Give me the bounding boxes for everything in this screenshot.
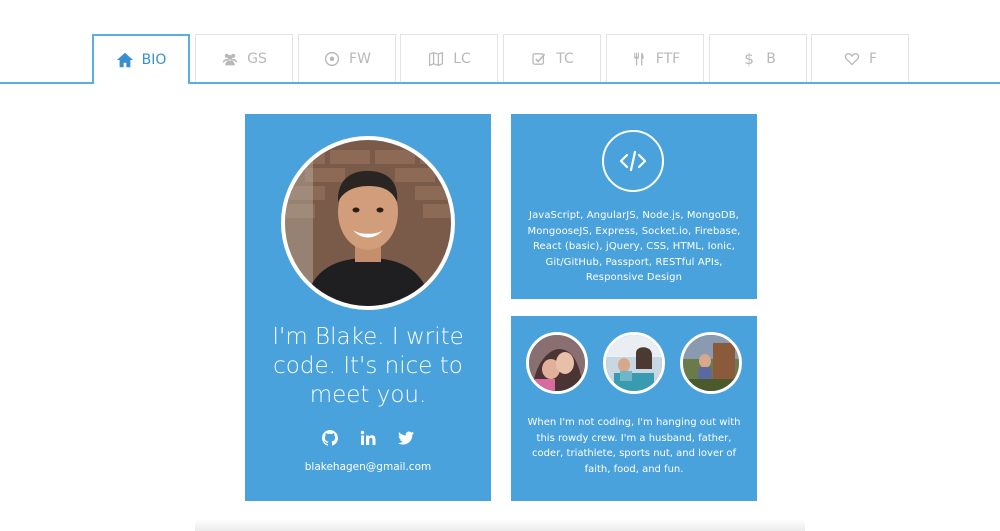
social-links xyxy=(245,429,491,446)
skills-card: JavaScript, AngularJS, Node.js, MongoDB,… xyxy=(511,114,757,299)
checkbox-icon xyxy=(530,50,548,68)
heart-icon xyxy=(843,50,861,68)
family-card: When I'm not coding, I'm hanging out wit… xyxy=(511,316,757,501)
tab-ftf[interactable]: FTF xyxy=(606,34,704,82)
family-photo-2 xyxy=(603,332,665,394)
tab-label: FTF xyxy=(655,50,681,67)
tab-label: LC xyxy=(453,50,471,67)
tab-fw[interactable]: FW xyxy=(298,34,396,82)
twitter-icon[interactable] xyxy=(398,429,415,446)
tab-label: B xyxy=(766,50,776,67)
bio-card: I'm Blake. I write code. It's nice to me… xyxy=(245,114,491,501)
code-icon xyxy=(602,130,664,192)
soccer-ball-icon xyxy=(323,50,341,68)
tab-lc[interactable]: LC xyxy=(400,34,498,82)
family-photo-3 xyxy=(680,332,742,394)
tab-gs[interactable]: GS xyxy=(195,34,293,82)
family-description: When I'm not coding, I'm hanging out wit… xyxy=(527,417,741,475)
family-photo-1 xyxy=(526,332,588,394)
tab-f[interactable]: F xyxy=(811,34,909,82)
tab-bar: BIO GS FW LC TC FTF $ B F xyxy=(0,0,1000,84)
tab-label: GS xyxy=(247,50,267,67)
tab-b[interactable]: $ B xyxy=(709,34,807,82)
email-link[interactable]: blakehagen@gmail.com xyxy=(245,461,491,473)
tab-label: BIO xyxy=(141,52,167,68)
tab-label: FW xyxy=(349,50,371,67)
tab-label: F xyxy=(868,50,878,67)
bio-headline: I'm Blake. I write code. It's nice to me… xyxy=(272,324,464,408)
profile-photo xyxy=(281,136,455,310)
tab-bio[interactable]: BIO xyxy=(92,34,190,84)
page-footer-edge xyxy=(195,519,805,531)
linkedin-icon[interactable] xyxy=(360,429,377,446)
home-icon xyxy=(116,51,134,69)
dollar-icon: $ xyxy=(744,49,754,68)
tab-tc[interactable]: TC xyxy=(503,34,601,82)
skills-list: JavaScript, AngularJS, Node.js, MongoDB,… xyxy=(527,210,741,283)
github-icon[interactable] xyxy=(322,429,339,446)
users-icon xyxy=(221,50,239,68)
cutlery-icon xyxy=(630,50,648,68)
tab-label: TC xyxy=(556,50,574,67)
map-icon xyxy=(427,50,445,68)
